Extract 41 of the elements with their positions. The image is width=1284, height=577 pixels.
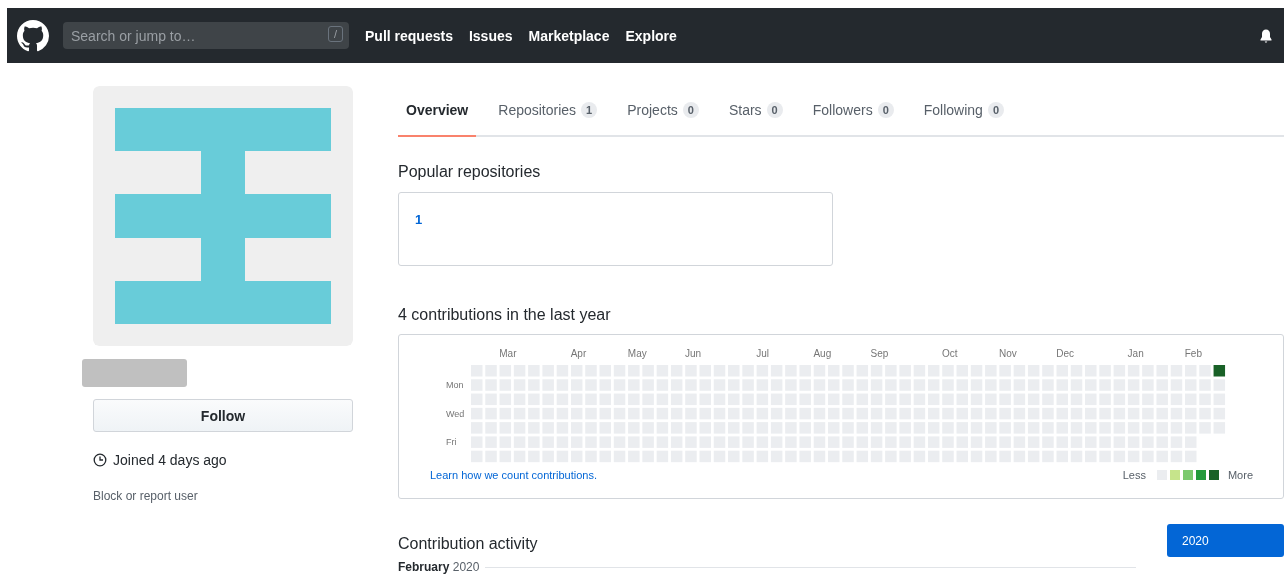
month-label: Aug bbox=[813, 348, 832, 359]
legend-label: Less bbox=[1122, 469, 1146, 481]
month-label: Oct bbox=[941, 348, 958, 359]
octocat-logo-icon[interactable] bbox=[17, 19, 49, 52]
profile-tab[interactable]: Followers 0 bbox=[804, 92, 902, 137]
month-label: Jun bbox=[684, 348, 702, 359]
month-label: Jul bbox=[756, 348, 770, 359]
joined-date: Joined 4 days ago bbox=[113, 452, 227, 468]
block-report-link[interactable]: Block or report user bbox=[93, 489, 353, 503]
section-title: Popular repositories bbox=[398, 163, 542, 181]
learn-link[interactable]: Learn how we count contributions. bbox=[430, 469, 597, 481]
month-label: Nov bbox=[999, 348, 1017, 359]
profile-tab[interactable]: Overview bbox=[398, 92, 477, 137]
month-heading: February 2020 bbox=[398, 560, 480, 574]
profile-tab[interactable]: Following 0 bbox=[915, 92, 1013, 137]
legend-label: More bbox=[1227, 469, 1253, 481]
section-title: Contribution activity bbox=[398, 535, 539, 553]
month-label: Apr bbox=[570, 348, 587, 359]
weekday-label: Mon bbox=[446, 380, 464, 391]
profile-tab[interactable]: Projects 0 bbox=[619, 92, 707, 137]
nav-link[interactable]: Pull requests bbox=[365, 27, 453, 44]
repo-link[interactable]: 1 bbox=[415, 212, 423, 227]
profile-tab[interactable]: Stars 0 bbox=[720, 92, 791, 137]
nav-link[interactable]: Issues bbox=[468, 27, 513, 44]
notification-bell-icon[interactable] bbox=[1258, 27, 1274, 44]
month-label: Dec bbox=[1056, 348, 1074, 359]
month-label: Feb bbox=[1184, 348, 1202, 359]
month-label: Mar bbox=[499, 348, 517, 359]
month-label: Jan bbox=[1127, 348, 1144, 359]
nav-link[interactable]: Marketplace bbox=[528, 27, 610, 44]
year-button[interactable]: 2020 bbox=[1167, 524, 1284, 557]
follow-button[interactable]: Follow bbox=[93, 399, 353, 432]
shortcut-key: / bbox=[327, 26, 343, 42]
section-title: 4 contributions in the last year bbox=[398, 306, 612, 324]
profile-tab[interactable]: Repositories 1 bbox=[490, 92, 606, 137]
clock-icon bbox=[93, 453, 107, 467]
weekday-label: Fri bbox=[446, 437, 457, 448]
nav-link[interactable]: Explore bbox=[625, 27, 677, 44]
month-label: Sep bbox=[870, 348, 889, 359]
weekday-label: Wed bbox=[446, 408, 465, 419]
month-label: May bbox=[627, 348, 647, 359]
